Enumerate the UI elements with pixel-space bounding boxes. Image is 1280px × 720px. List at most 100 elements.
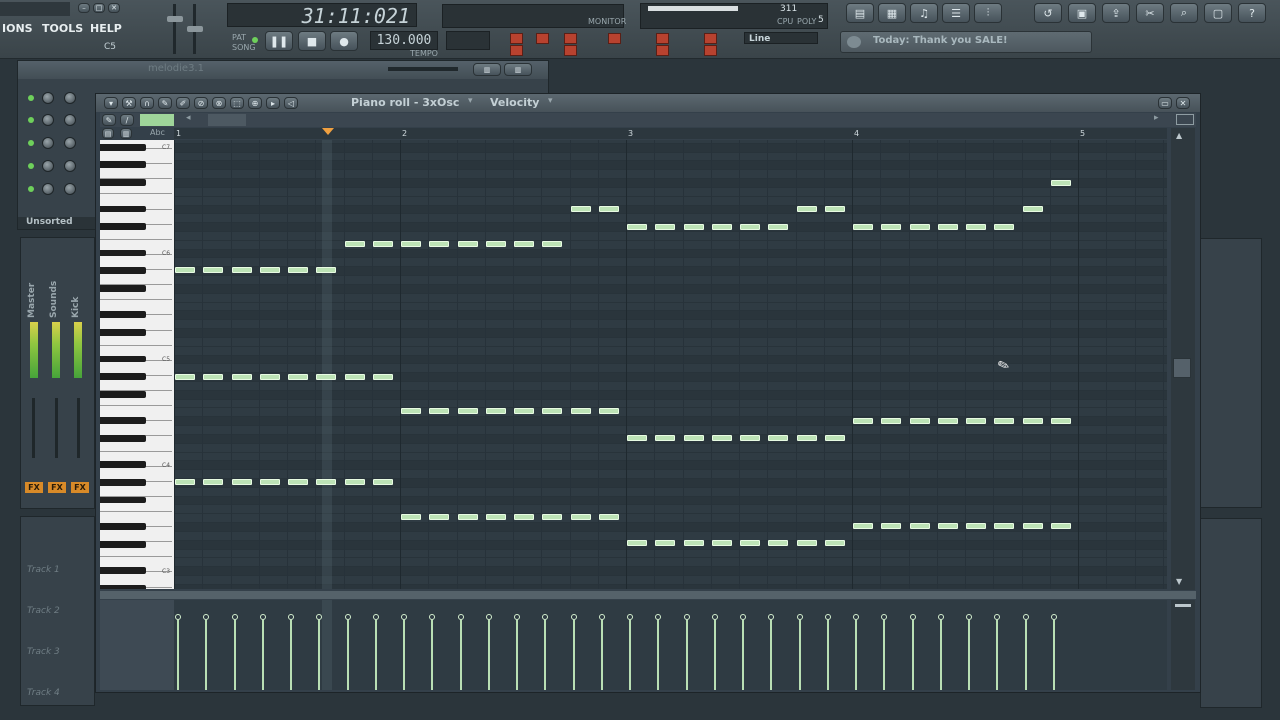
note[interactable] — [203, 479, 224, 485]
pause-button[interactable]: ❚❚ — [265, 31, 293, 51]
note[interactable] — [570, 206, 591, 212]
velocity-handle[interactable] — [231, 614, 238, 620]
velocity-bar[interactable] — [685, 620, 688, 690]
hint-bar[interactable]: Today: Thank you SALE! — [840, 31, 1092, 53]
note[interactable] — [937, 224, 958, 230]
channel-pan-knob[interactable] — [42, 160, 54, 172]
playlist-track[interactable]: Track 3 — [27, 647, 60, 657]
note[interactable] — [598, 514, 619, 520]
note[interactable] — [231, 267, 252, 273]
black-key[interactable] — [100, 390, 146, 398]
velocity-bar[interactable] — [713, 620, 716, 690]
note[interactable] — [1022, 418, 1043, 424]
black-key[interactable] — [100, 478, 146, 486]
note[interactable] — [514, 408, 534, 414]
piano-keyboard[interactable]: C7 C6 C5 C4 C3 — [100, 140, 174, 589]
note[interactable] — [909, 418, 930, 424]
note[interactable] — [542, 241, 563, 247]
playlist-track[interactable]: Track 4 — [27, 688, 60, 698]
black-key[interactable] — [100, 540, 146, 548]
typing-keyboard-button[interactable] — [510, 33, 523, 44]
velocity-bar[interactable] — [883, 620, 886, 690]
velocity-bar[interactable] — [177, 620, 179, 690]
note[interactable] — [740, 224, 760, 230]
note[interactable] — [457, 408, 478, 414]
note[interactable] — [570, 408, 591, 414]
velocity-bar[interactable] — [855, 620, 857, 690]
channel-volume-knob[interactable] — [64, 92, 76, 104]
target-dropdown-icon[interactable]: ▾ — [548, 96, 553, 106]
line-mode-icon[interactable]: / — [120, 114, 134, 126]
black-key[interactable] — [100, 434, 146, 442]
black-key[interactable] — [100, 223, 146, 230]
maximize-icon[interactable]: □ — [93, 3, 105, 13]
black-key[interactable] — [100, 161, 146, 169]
note[interactable] — [853, 523, 873, 529]
black-key[interactable] — [100, 179, 146, 186]
note[interactable] — [683, 435, 704, 441]
note[interactable] — [966, 224, 986, 230]
note[interactable] — [881, 418, 902, 424]
pencil-icon[interactable]: ✎ — [158, 97, 172, 109]
velocity-handle[interactable] — [683, 614, 690, 620]
note[interactable] — [1050, 180, 1071, 186]
save-icon[interactable]: ▣ — [1068, 3, 1096, 23]
velocity-bar[interactable] — [939, 620, 942, 690]
note[interactable] — [1022, 523, 1043, 529]
master-fader[interactable] — [32, 398, 35, 458]
note[interactable] — [966, 523, 986, 529]
velocity-handle[interactable] — [372, 614, 379, 620]
playhead-marker[interactable] — [322, 128, 334, 135]
velocity-bar[interactable] — [403, 620, 405, 690]
note[interactable] — [485, 514, 506, 520]
note[interactable] — [344, 374, 365, 380]
note[interactable] — [542, 514, 563, 520]
velocity-handle[interactable] — [768, 614, 775, 620]
step-sequencer-icon[interactable]: ▦ — [878, 3, 906, 23]
note[interactable] — [796, 206, 817, 212]
cut-icon[interactable]: ✂ — [1136, 3, 1164, 23]
velocity-bar[interactable] — [318, 620, 321, 690]
velocity-bar[interactable] — [968, 620, 970, 690]
velocity-handle[interactable] — [598, 614, 605, 620]
black-key[interactable] — [100, 584, 146, 589]
velocity-handle[interactable] — [542, 614, 549, 620]
velocity-bar[interactable] — [487, 620, 490, 690]
velocity-handle[interactable] — [288, 614, 294, 620]
velocity-handle[interactable] — [1050, 614, 1057, 620]
note[interactable] — [401, 408, 421, 414]
note[interactable] — [796, 540, 817, 546]
note[interactable] — [683, 540, 704, 546]
velocity-bar[interactable] — [516, 620, 518, 690]
channel-led[interactable] — [28, 163, 34, 169]
velocity-bar[interactable] — [205, 620, 208, 690]
wrench-icon[interactable]: ⚒ — [122, 97, 136, 109]
speaker-icon[interactable]: ◁ — [284, 97, 298, 109]
channel-volume-knob[interactable] — [64, 137, 76, 149]
page-icon[interactable]: ▢ — [1204, 3, 1232, 23]
note[interactable] — [372, 374, 393, 380]
event-editor-divider[interactable] — [100, 591, 1196, 599]
velocity-handle[interactable] — [909, 614, 916, 620]
close-icon[interactable]: ✕ — [1176, 97, 1190, 109]
tempo-display[interactable]: 130.000 — [370, 31, 438, 50]
black-key[interactable] — [100, 373, 146, 380]
menu-arrow-icon[interactable]: ▾ — [104, 97, 118, 109]
pattern-selector[interactable] — [446, 31, 490, 50]
channel-pan-knob[interactable] — [42, 137, 54, 149]
event-target[interactable]: Velocity — [490, 96, 539, 109]
note[interactable] — [401, 241, 421, 247]
magnet-icon[interactable]: ∩ — [140, 97, 154, 109]
view-list-icon[interactable]: ▤ — [102, 128, 114, 139]
note[interactable] — [288, 267, 308, 273]
note[interactable] — [203, 374, 224, 380]
velocity-bar[interactable] — [657, 620, 660, 690]
countdown-button[interactable] — [564, 45, 577, 56]
velocity-bar[interactable] — [261, 620, 264, 690]
note[interactable] — [994, 418, 1015, 424]
velocity-bar[interactable] — [572, 620, 575, 690]
note[interactable] — [175, 479, 195, 485]
note[interactable] — [259, 374, 280, 380]
note[interactable] — [711, 224, 732, 230]
piano-roll-icon[interactable]: ♫ — [910, 3, 938, 23]
